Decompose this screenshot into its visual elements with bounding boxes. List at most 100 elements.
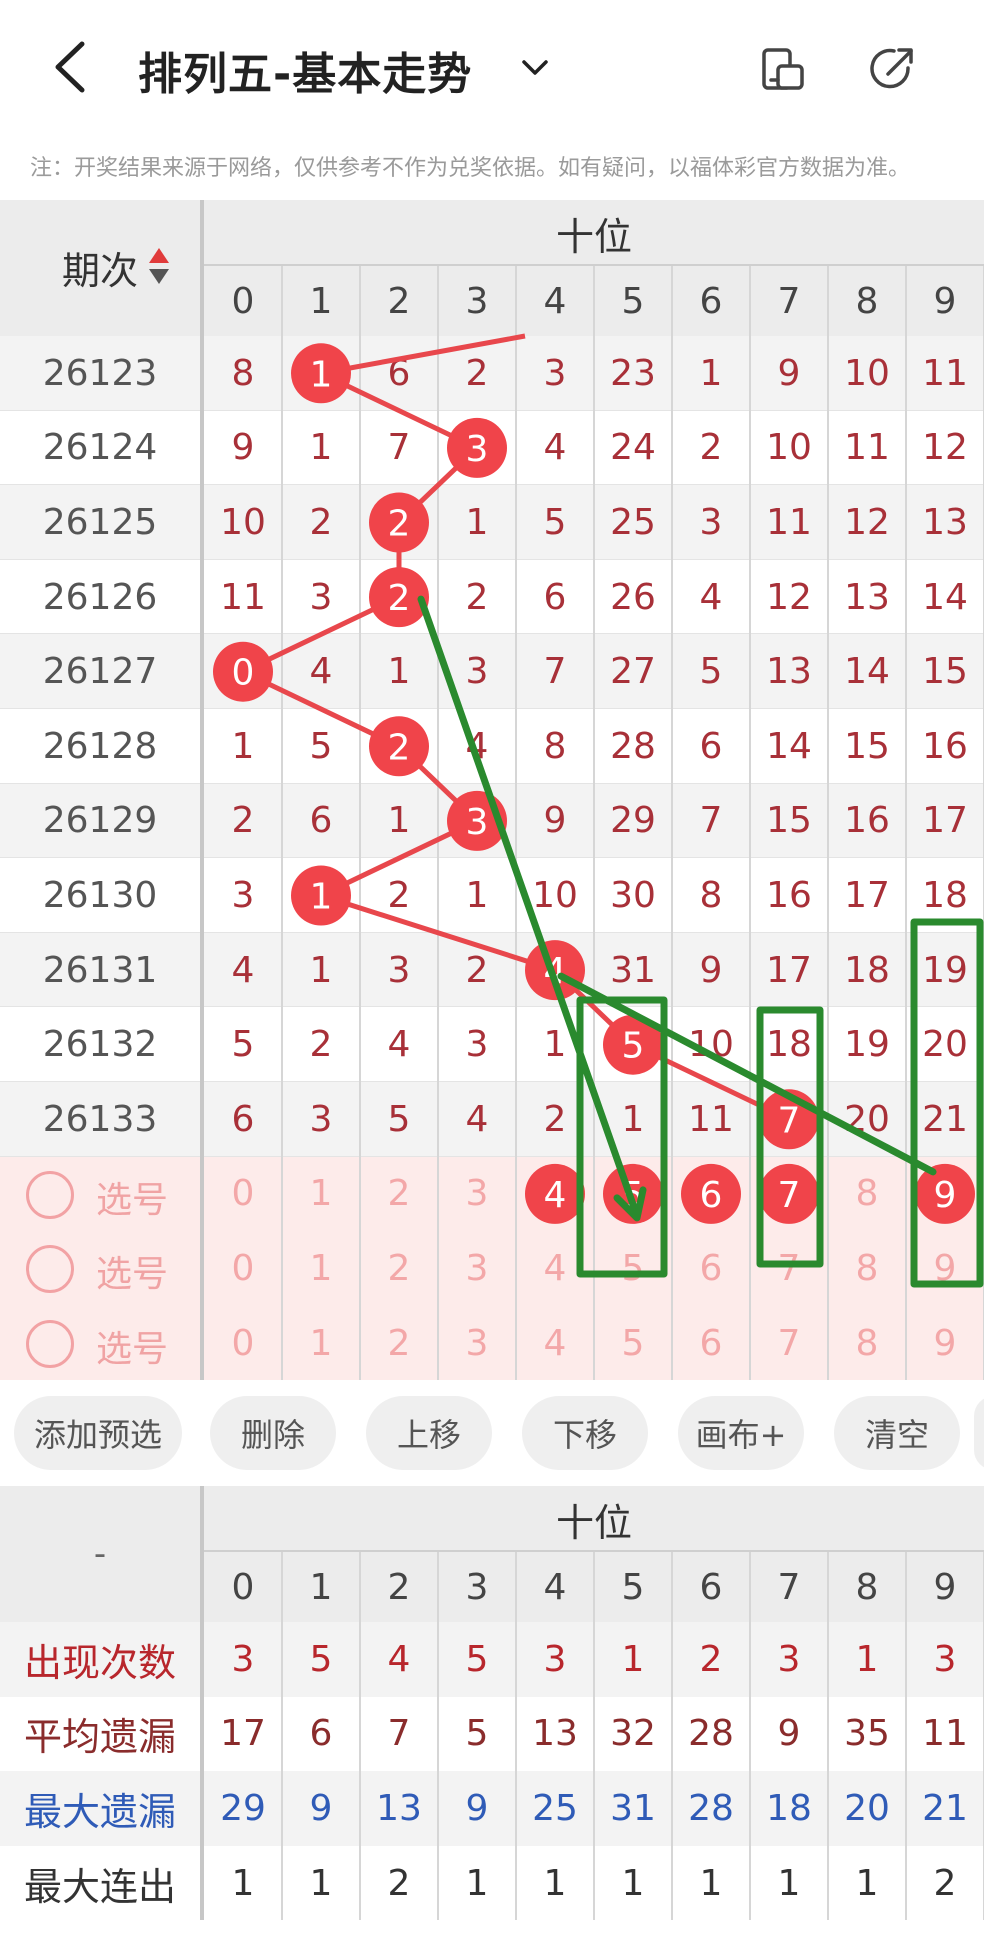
miss-cell: 1 [309,427,333,469]
stats-value-cell: 28 [688,1787,734,1829]
miss-cell: 8 [699,874,723,916]
select-digit[interactable]: 4 [516,1157,594,1232]
select-radio[interactable] [26,1170,74,1219]
toolbar-button[interactable]: 下移 [522,1396,648,1470]
page-title[interactable]: 排列五-基本走势 [138,38,472,102]
miss-cell: 16 [766,874,812,916]
select-row-label[interactable]: 选号 [96,1320,168,1372]
miss-cell: 1 [387,800,411,842]
stats-value-cell: 29 [220,1787,266,1829]
period-cell: 26127 [42,651,158,693]
stats-digit-cell: 3 [465,1566,489,1608]
toolbar-more-button[interactable] [974,1396,984,1470]
select-row-label[interactable]: 选号 [96,1245,168,1297]
select-digit[interactable]: 0 [204,1231,282,1306]
select-digit[interactable]: 8 [828,1157,906,1232]
select-digit[interactable]: 5 [594,1306,672,1381]
stats-value-cell: 1 [543,1862,567,1904]
select-digit[interactable]: 2 [360,1157,438,1232]
select-digit[interactable]: 0 [204,1157,282,1232]
toolbar-button[interactable]: 添加预选 [14,1396,182,1470]
select-radio[interactable] [26,1245,74,1294]
select-digit[interactable]: 1 [282,1231,360,1306]
stats-value-cell: 18 [766,1787,812,1829]
share-icon[interactable] [868,44,918,94]
toolbar-button[interactable]: 清空 [834,1396,960,1470]
sort-icon[interactable] [148,246,170,286]
group-header-label: 十位 [555,214,632,259]
miss-cell: 2 [387,725,411,767]
miss-cell: 2 [309,501,333,543]
miss-cell: 6 [699,725,723,767]
select-digit[interactable]: 2 [360,1306,438,1381]
miss-cell: 10 [220,501,266,543]
select-digit[interactable]: 7 [750,1231,828,1306]
select-digit[interactable]: 4 [516,1306,594,1381]
select-digit[interactable]: 9 [906,1231,984,1306]
chevron-down-icon[interactable] [520,52,550,82]
toolbar-button[interactable]: 画布+ [678,1396,804,1470]
period-cell: 26126 [42,576,158,618]
miss-cell: 14 [844,651,890,693]
miss-cell: 7 [387,427,411,469]
stats-value-cell: 5 [465,1713,489,1755]
select-digit[interactable]: 3 [438,1157,516,1232]
select-digit[interactable]: 5 [594,1157,672,1232]
miss-cell: 3 [309,1098,333,1140]
stats-value-cell: 3 [231,1638,255,1680]
column-divider [359,266,361,1381]
select-digit[interactable]: 9 [906,1306,984,1381]
miss-cell: 6 [231,1098,255,1140]
select-radio[interactable] [26,1319,74,1368]
toolbar-button[interactable]: 上移 [366,1396,492,1470]
miss-cell: 1 [309,874,333,916]
miss-cell: 12 [766,576,812,618]
select-digit[interactable]: 7 [750,1157,828,1232]
orientation-toggle-icon[interactable] [758,44,808,94]
select-digit[interactable]: 6 [672,1157,750,1232]
miss-cell: 3 [465,427,489,469]
stats-value-cell: 2 [699,1638,723,1680]
stats-row-label: 最大遗漏 [23,1789,176,1834]
select-digit[interactable]: 4 [516,1231,594,1306]
select-digit[interactable]: 2 [360,1231,438,1306]
toolbar-button[interactable]: 删除 [210,1396,336,1470]
miss-cell: 2 [543,1098,567,1140]
select-digit[interactable]: 3 [438,1306,516,1381]
miss-cell: 5 [387,1098,411,1140]
stats-value-cell: 1 [621,1638,645,1680]
stats-value-cell: 31 [610,1787,656,1829]
miss-cell: 15 [844,725,890,767]
stats-value-cell: 6 [309,1713,333,1755]
miss-cell: 11 [766,501,812,543]
miss-cell: 23 [610,352,656,394]
select-digit[interactable]: 8 [828,1306,906,1381]
miss-cell: 1 [621,1098,645,1140]
select-digit[interactable]: 8 [828,1231,906,1306]
select-digit[interactable]: 6 [672,1231,750,1306]
stats-digit-cell: 6 [699,1566,723,1608]
select-digit[interactable]: 7 [750,1306,828,1381]
select-row-label[interactable]: 选号 [96,1171,168,1223]
stats-value-cell: 28 [688,1713,734,1755]
miss-cell: 27 [610,651,656,693]
miss-cell: 13 [766,651,812,693]
miss-cell: 13 [844,576,890,618]
select-digit[interactable]: 6 [672,1306,750,1381]
miss-cell: 4 [699,576,723,618]
digit-header-cell: 4 [543,280,567,322]
select-digit[interactable]: 9 [906,1157,984,1232]
column-divider [515,266,517,1381]
period-cell: 26124 [42,427,158,469]
select-digit[interactable]: 1 [282,1157,360,1232]
miss-cell: 3 [387,949,411,991]
select-digit[interactable]: 1 [282,1306,360,1381]
select-digit[interactable]: 5 [594,1231,672,1306]
select-digit[interactable]: 3 [438,1231,516,1306]
period-header-label[interactable]: 期次 [62,240,138,295]
back-arrow-icon[interactable] [50,40,90,94]
stats-column-divider [593,1552,595,1921]
miss-cell: 7 [543,651,567,693]
select-digit[interactable]: 0 [204,1306,282,1381]
stats-column-divider [827,1552,829,1921]
